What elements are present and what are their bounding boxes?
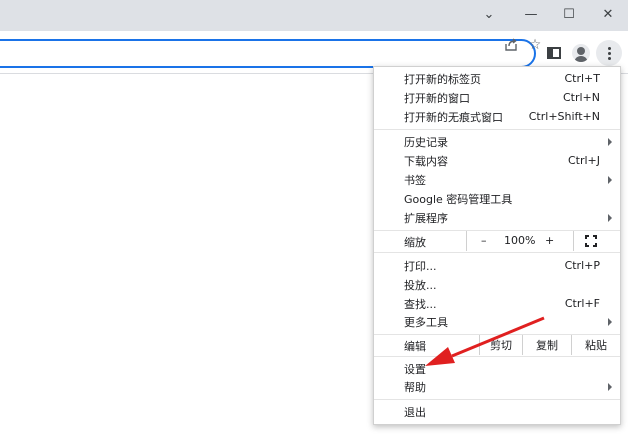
menu-item-shortcut: Ctrl+N: [562, 91, 600, 104]
copy-button[interactable]: 复制: [522, 335, 571, 355]
submenu-arrow-icon: [608, 317, 612, 326]
paste-button[interactable]: 粘贴: [571, 335, 620, 355]
bookmark-star-icon[interactable]: ☆: [526, 36, 544, 54]
menu-separator: [374, 129, 620, 130]
zoom-out-button[interactable]: –: [481, 234, 487, 247]
submenu-arrow-icon: [608, 213, 612, 222]
menu-item-label: 下载内容: [404, 154, 448, 168]
tab-search-icon[interactable]: ⌄: [469, 0, 509, 28]
menu-item-downloads[interactable]: 下载内容 Ctrl+J: [374, 151, 620, 170]
menu-item-label: 打印...: [404, 259, 437, 273]
maximize-button[interactable]: ☐: [549, 0, 589, 28]
menu-item-label: 更多工具: [404, 315, 448, 329]
menu-item-settings[interactable]: 设置: [374, 359, 620, 378]
menu-item-label: 扩展程序: [404, 211, 448, 225]
menu-item-label: 查找...: [404, 297, 437, 311]
edit-label: 编辑: [404, 340, 426, 353]
menu-item-label: 打开新的标签页: [404, 72, 481, 86]
title-bar: ⌄ — ☐ ✕: [0, 0, 628, 31]
menu-item-help[interactable]: 帮助: [374, 377, 620, 396]
menu-item-new-window[interactable]: 打开新的窗口 Ctrl+N: [374, 88, 620, 107]
menu-item-new-incognito[interactable]: 打开新的无痕式窗口 Ctrl+Shift+N: [374, 107, 620, 126]
zoom-row: 缩放 – 100% +: [374, 231, 620, 251]
menu-item-new-tab[interactable]: 打开新的标签页 Ctrl+T: [374, 69, 620, 88]
cut-button[interactable]: 剪切: [479, 335, 522, 355]
menu-item-shortcut: Ctrl+Shift+N: [528, 110, 600, 123]
menu-item-cast[interactable]: 投放...: [374, 275, 620, 294]
menu-item-shortcut: Ctrl+J: [567, 154, 600, 167]
zoom-in-button[interactable]: +: [545, 234, 554, 247]
submenu-arrow-icon: [608, 382, 612, 391]
menu-item-label: 书签: [404, 173, 426, 187]
more-options-icon[interactable]: [596, 40, 622, 66]
menu-item-print[interactable]: 打印... Ctrl+P: [374, 256, 620, 275]
close-button[interactable]: ✕: [588, 0, 628, 28]
menu-item-bookmarks[interactable]: 书签: [374, 170, 620, 189]
menu-item-more-tools[interactable]: 更多工具: [374, 312, 620, 331]
menu-item-label: 打开新的窗口: [404, 91, 470, 105]
edit-row: 编辑 剪切 复制 粘贴: [374, 335, 620, 355]
menu-item-find[interactable]: 查找... Ctrl+F: [374, 294, 620, 313]
zoom-label: 缩放: [404, 236, 426, 249]
fullscreen-icon[interactable]: [585, 235, 597, 247]
menu-item-shortcut: Ctrl+P: [564, 259, 600, 272]
menu-separator: [374, 356, 620, 357]
side-panel-icon[interactable]: [543, 42, 565, 64]
menu-item-extensions[interactable]: 扩展程序: [374, 208, 620, 227]
menu-item-label: 退出: [404, 405, 426, 419]
menu-item-label: 历史记录: [404, 135, 448, 149]
zoom-level: 100%: [504, 234, 536, 247]
menu-separator: [374, 399, 620, 400]
chrome-main-menu: 打开新的标签页 Ctrl+T 打开新的窗口 Ctrl+N 打开新的无痕式窗口 C…: [373, 66, 621, 425]
zoom-controls: – 100% +: [466, 231, 574, 251]
menu-item-label: 打开新的无痕式窗口: [404, 110, 503, 124]
menu-separator: [374, 252, 620, 253]
menu-item-exit[interactable]: 退出: [374, 402, 620, 421]
menu-item-password-manager[interactable]: Google 密码管理工具: [374, 189, 620, 208]
menu-item-history[interactable]: 历史记录: [374, 132, 620, 151]
share-icon[interactable]: [502, 36, 520, 54]
submenu-arrow-icon: [608, 175, 612, 184]
menu-item-label: 设置: [404, 362, 426, 376]
address-bar[interactable]: [0, 39, 536, 68]
menu-item-shortcut: Ctrl+T: [564, 72, 600, 85]
profile-avatar-icon[interactable]: [570, 42, 592, 64]
menu-item-shortcut: Ctrl+F: [564, 297, 600, 310]
menu-item-label: 投放...: [404, 278, 437, 292]
menu-item-label: 帮助: [404, 380, 426, 394]
menu-item-label: Google 密码管理工具: [404, 192, 513, 206]
submenu-arrow-icon: [608, 137, 612, 146]
minimize-button[interactable]: —: [511, 0, 551, 28]
